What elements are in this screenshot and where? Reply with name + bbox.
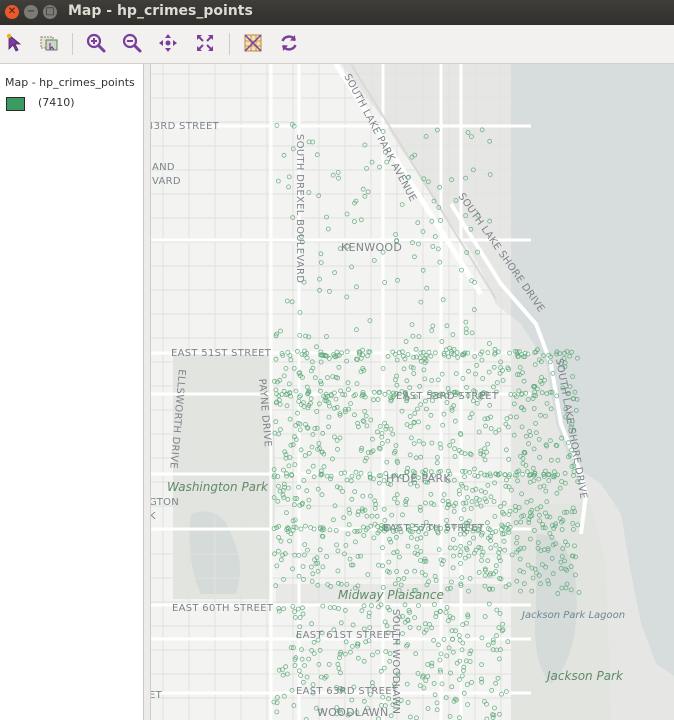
legend-swatch[interactable] bbox=[6, 97, 25, 111]
legend-panel: Map - hp_crimes_points (7410) bbox=[0, 64, 144, 720]
label-and: AND bbox=[152, 162, 175, 173]
toolbar-separator bbox=[229, 33, 230, 55]
zoom-in-icon bbox=[86, 33, 106, 53]
label-washington-park: Washington Park bbox=[167, 480, 269, 494]
basemap-tool-button[interactable] bbox=[242, 32, 264, 54]
legend-layer-title: Map - hp_crimes_points bbox=[5, 76, 135, 89]
basemap-icon bbox=[244, 34, 262, 52]
label-vard: VARD bbox=[152, 176, 181, 187]
map-svg[interactable]: 43RD STREET AND VARD SOUTH LAKE PARK AVE… bbox=[151, 64, 674, 720]
zoom-out-icon bbox=[122, 33, 142, 53]
label-east-63rd-street: EAST 63RD STREET bbox=[296, 686, 399, 697]
label-k: K bbox=[151, 511, 156, 522]
label-hyde-park: HYDE PARK bbox=[386, 472, 451, 485]
label-jackson-park-lagoon: Jackson Park Lagoon bbox=[520, 610, 625, 621]
zoom-in-tool-button[interactable] bbox=[85, 32, 107, 54]
label-jackson-park: Jackson Park bbox=[545, 669, 624, 683]
label-south-woodlawn: SOUTH WOODLAWN bbox=[390, 609, 401, 714]
window-close-button[interactable]: ✕ bbox=[5, 5, 19, 19]
label-east-61st-street: EAST 61ST STREET bbox=[296, 630, 397, 641]
panel-splitter[interactable] bbox=[144, 64, 151, 720]
select-area-tool-button[interactable] bbox=[38, 32, 60, 54]
pointer-arrow-icon bbox=[6, 33, 22, 52]
zoom-full-tool-button[interactable] bbox=[194, 32, 216, 54]
label-midway-plaisance: Midway Plaisance bbox=[338, 588, 444, 602]
label-east-53rd-street: EAST 53RD STREET bbox=[396, 391, 499, 402]
zoom-out-tool-button[interactable] bbox=[121, 32, 143, 54]
zoom-full-icon bbox=[197, 35, 213, 51]
label-kenwood: KENWOOD bbox=[341, 241, 402, 254]
label-east-57th-street: EAST 57TH STREET bbox=[383, 523, 485, 534]
label-woodlawn: WOODLAWN bbox=[317, 706, 388, 719]
label-east-60th-street: EAST 60TH STREET bbox=[172, 603, 274, 614]
refresh-icon bbox=[281, 35, 297, 51]
map-toolbar bbox=[0, 25, 674, 64]
label-43rd-street: 43RD STREET bbox=[151, 121, 220, 132]
toolbar-separator bbox=[72, 33, 73, 55]
map-canvas[interactable]: 43RD STREET AND VARD SOUTH LAKE PARK AVE… bbox=[151, 64, 674, 720]
label-east-51st-street: EAST 51ST STREET bbox=[171, 348, 272, 359]
label-gton: GTON bbox=[151, 497, 179, 508]
select-tool-button[interactable] bbox=[4, 32, 26, 54]
pan-arrows-icon bbox=[159, 34, 177, 52]
select-area-icon bbox=[40, 36, 58, 51]
legend-feature-count: (7410) bbox=[38, 96, 75, 109]
label-et: ET bbox=[151, 690, 163, 701]
label-south-drexel-boulevard: SOUTH DREXEL BOULEVARD bbox=[294, 134, 305, 283]
window-title: Map - hp_crimes_points bbox=[68, 3, 253, 19]
window-minimize-button[interactable]: − bbox=[24, 5, 38, 19]
pan-tool-button[interactable] bbox=[157, 32, 179, 54]
window-titlebar[interactable]: ✕ − □ Map - hp_crimes_points bbox=[0, 0, 674, 25]
refresh-tool-button[interactable] bbox=[278, 32, 300, 54]
window-maximize-button[interactable]: □ bbox=[43, 5, 57, 19]
